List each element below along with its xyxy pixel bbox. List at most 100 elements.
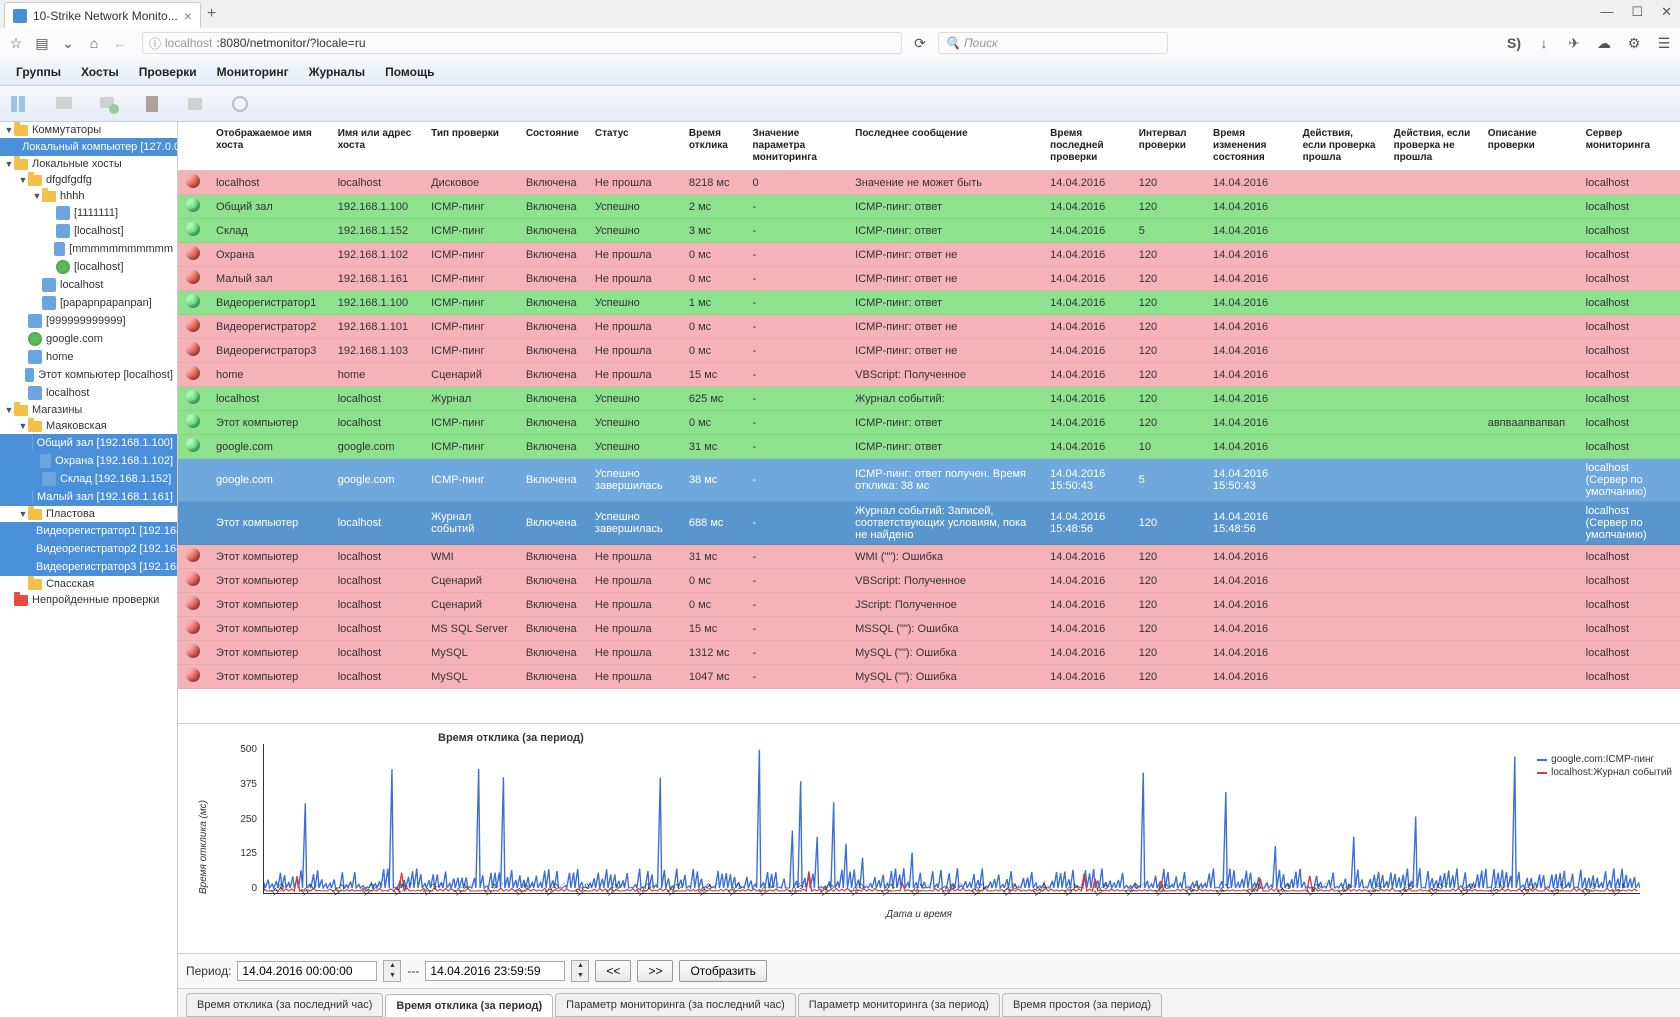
column-header[interactable]: Имя или адрес хоста [330, 122, 423, 171]
tree-arrow-icon[interactable]: ▼ [18, 421, 28, 431]
tool-add-icon[interactable] [96, 92, 120, 116]
tree-item[interactable]: [localhost] [0, 258, 177, 276]
tool-host-icon[interactable] [52, 92, 76, 116]
tree-item[interactable]: ▼Маяковская [0, 418, 177, 434]
column-header[interactable]: Сервер мониторинга [1578, 122, 1680, 171]
tree-item[interactable]: home [0, 348, 177, 366]
menu-hosts[interactable]: Хосты [73, 61, 127, 83]
table-row[interactable]: homehomeСценарийВключенаНе прошла15 мс-V… [178, 363, 1680, 387]
table-row[interactable]: Этот компьютерlocalhostСценарийВключенаН… [178, 593, 1680, 617]
tree-item[interactable]: Видеорегистратор1 [192.168.1.100] [0, 522, 177, 540]
table-row[interactable]: Этот компьютерlocalhostWMIВключенаНе про… [178, 545, 1680, 569]
column-header[interactable]: Время изменения состояния [1205, 122, 1295, 171]
table-row[interactable]: Этот компьютерlocalhostЖурнал событийВкл… [178, 502, 1680, 545]
menu-checks[interactable]: Проверки [131, 61, 205, 83]
grid-wrap[interactable]: Отображаемое имя хостаИмя или адрес хост… [178, 122, 1680, 723]
table-row[interactable]: Этот компьютерlocalhostMySQLВключенаНе п… [178, 641, 1680, 665]
tree-item[interactable]: ▼Пластова [0, 506, 177, 522]
menu-logs[interactable]: Журналы [301, 61, 373, 83]
column-header[interactable]: Время последней проверки [1042, 122, 1131, 171]
tree-item[interactable]: ▼Локальные хосты [0, 156, 177, 172]
tree-item[interactable]: Склад [192.168.1.152] [0, 470, 177, 488]
next-button[interactable]: >> [637, 960, 673, 982]
table-row[interactable]: localhostlocalhostДисковоеВключенаНе про… [178, 171, 1680, 195]
download-icon[interactable]: ↓ [1536, 35, 1552, 51]
column-header[interactable]: Описание проверки [1480, 122, 1578, 171]
menu-groups[interactable]: Группы [8, 61, 69, 83]
column-header[interactable] [178, 122, 208, 171]
prev-button[interactable]: << [595, 960, 631, 982]
table-row[interactable]: Этот компьютерlocalhostMS SQL ServerВклю… [178, 617, 1680, 641]
column-header[interactable]: Последнее сообщение [847, 122, 1042, 171]
tree-item[interactable]: google.com [0, 330, 177, 348]
tree-item[interactable]: ▼dfgdfgdfg [0, 172, 177, 188]
gear-icon[interactable]: ⚙ [1626, 35, 1642, 51]
column-header[interactable]: Действия, если проверка прошла [1295, 122, 1386, 171]
column-header[interactable]: Интервал проверки [1131, 122, 1205, 171]
url-field[interactable]: ⓘ localhost:8080/netmonitor/?locale=ru [142, 32, 902, 54]
tree-item[interactable]: Этот компьютер [localhost] [0, 366, 177, 384]
tree-arrow-icon[interactable]: ▼ [18, 175, 28, 185]
tree-item[interactable]: localhost [0, 384, 177, 402]
table-row[interactable]: Этот компьютерlocalhostMySQLВключенаНе п… [178, 665, 1680, 689]
browser-tab[interactable]: 10-Strike Network Monito... × [4, 2, 201, 28]
tree-item[interactable]: ▼Коммутаторы [0, 122, 177, 138]
tree-item[interactable]: ▼Магазины [0, 402, 177, 418]
table-row[interactable]: Малый зал192.168.1.161ICMP-пингВключенаН… [178, 267, 1680, 291]
page-tab[interactable]: Время отклика (за последний час) [186, 993, 383, 1017]
table-row[interactable]: google.comgoogle.comICMP-пингВключенаУсп… [178, 459, 1680, 502]
page-tab[interactable]: Параметр мониторинга (за период) [798, 993, 1000, 1017]
tree-item[interactable]: Локальный компьютер [127.0.0.1] [0, 138, 177, 156]
column-header[interactable]: Статус [587, 122, 681, 171]
period-from-input[interactable] [237, 961, 377, 981]
tree-arrow-icon[interactable]: ▼ [4, 125, 14, 135]
tree-item[interactable]: [localhost] [0, 222, 177, 240]
tree-item[interactable]: Непройденные проверки [0, 592, 177, 608]
pocket-icon[interactable]: ⌄ [60, 35, 76, 51]
info-icon[interactable]: ⓘ [149, 35, 161, 52]
tree-arrow-icon[interactable]: ▼ [32, 191, 42, 201]
period-to-input[interactable] [425, 961, 565, 981]
tree-item[interactable]: Охрана [192.168.1.102] [0, 452, 177, 470]
table-row[interactable]: Общий зал192.168.1.100ICMP-пингВключенаУ… [178, 195, 1680, 219]
ext-s-icon[interactable]: S) [1506, 35, 1522, 51]
tree-item[interactable]: [999999999999] [0, 312, 177, 330]
tree-item[interactable]: Спасская [0, 576, 177, 592]
from-spinner[interactable]: ▲▼ [383, 960, 401, 982]
close-icon[interactable]: ✕ [1661, 4, 1672, 20]
table-row[interactable]: Склад192.168.1.152ICMP-пингВключенаУспеш… [178, 219, 1680, 243]
page-tab[interactable]: Время простоя (за период) [1002, 993, 1162, 1017]
menu-help[interactable]: Помощь [377, 61, 442, 83]
tree-arrow-icon[interactable]: ▼ [4, 159, 14, 169]
home-icon[interactable]: ⌂ [86, 35, 102, 51]
tree-item[interactable]: Малый зал [192.168.1.161] [0, 488, 177, 506]
table-row[interactable]: localhostlocalhostЖурналВключенаУспешно6… [178, 387, 1680, 411]
minimize-icon[interactable]: — [1600, 4, 1613, 20]
tree-item[interactable]: [mmmmmmmmmmm [0, 240, 177, 258]
column-header[interactable]: Время отклика [681, 122, 745, 171]
tool-clipboard-icon[interactable] [140, 92, 164, 116]
page-tab[interactable]: Время отклика (за период) [385, 994, 553, 1017]
to-spinner[interactable]: ▲▼ [571, 960, 589, 982]
menu-icon[interactable]: ☰ [1656, 35, 1672, 51]
tree-item[interactable]: ▼hhhh [0, 188, 177, 204]
page-tab[interactable]: Параметр мониторинга (за последний час) [555, 993, 796, 1017]
back-icon[interactable]: ← [112, 35, 128, 51]
table-row[interactable]: Видеорегистратор2192.168.1.101ICMP-пингВ… [178, 315, 1680, 339]
library-icon[interactable]: ▤ [34, 35, 50, 51]
menu-monitoring[interactable]: Мониторинг [209, 61, 297, 83]
search-field[interactable]: 🔍 Поиск [938, 32, 1168, 54]
table-row[interactable]: Охрана192.168.1.102ICMP-пингВключенаНе п… [178, 243, 1680, 267]
table-row[interactable]: Видеорегистратор3192.168.1.103ICMP-пингВ… [178, 339, 1680, 363]
chat-icon[interactable]: ☁ [1596, 35, 1612, 51]
tree-item[interactable]: localhost [0, 276, 177, 294]
tree-item[interactable]: [1111111] [0, 204, 177, 222]
tree-item[interactable]: [papapnpapanpan] [0, 294, 177, 312]
tab-close-icon[interactable]: × [184, 8, 192, 24]
tree-arrow-icon[interactable]: ▼ [18, 509, 28, 519]
tool-servers-icon[interactable] [8, 92, 32, 116]
tree-item[interactable]: Общий зал [192.168.1.100] [0, 434, 177, 452]
maximize-icon[interactable]: ☐ [1631, 4, 1643, 20]
tool-gear-icon[interactable] [228, 92, 252, 116]
tree-item[interactable]: Видеорегистратор3 [192.168.1.103] [0, 558, 177, 576]
